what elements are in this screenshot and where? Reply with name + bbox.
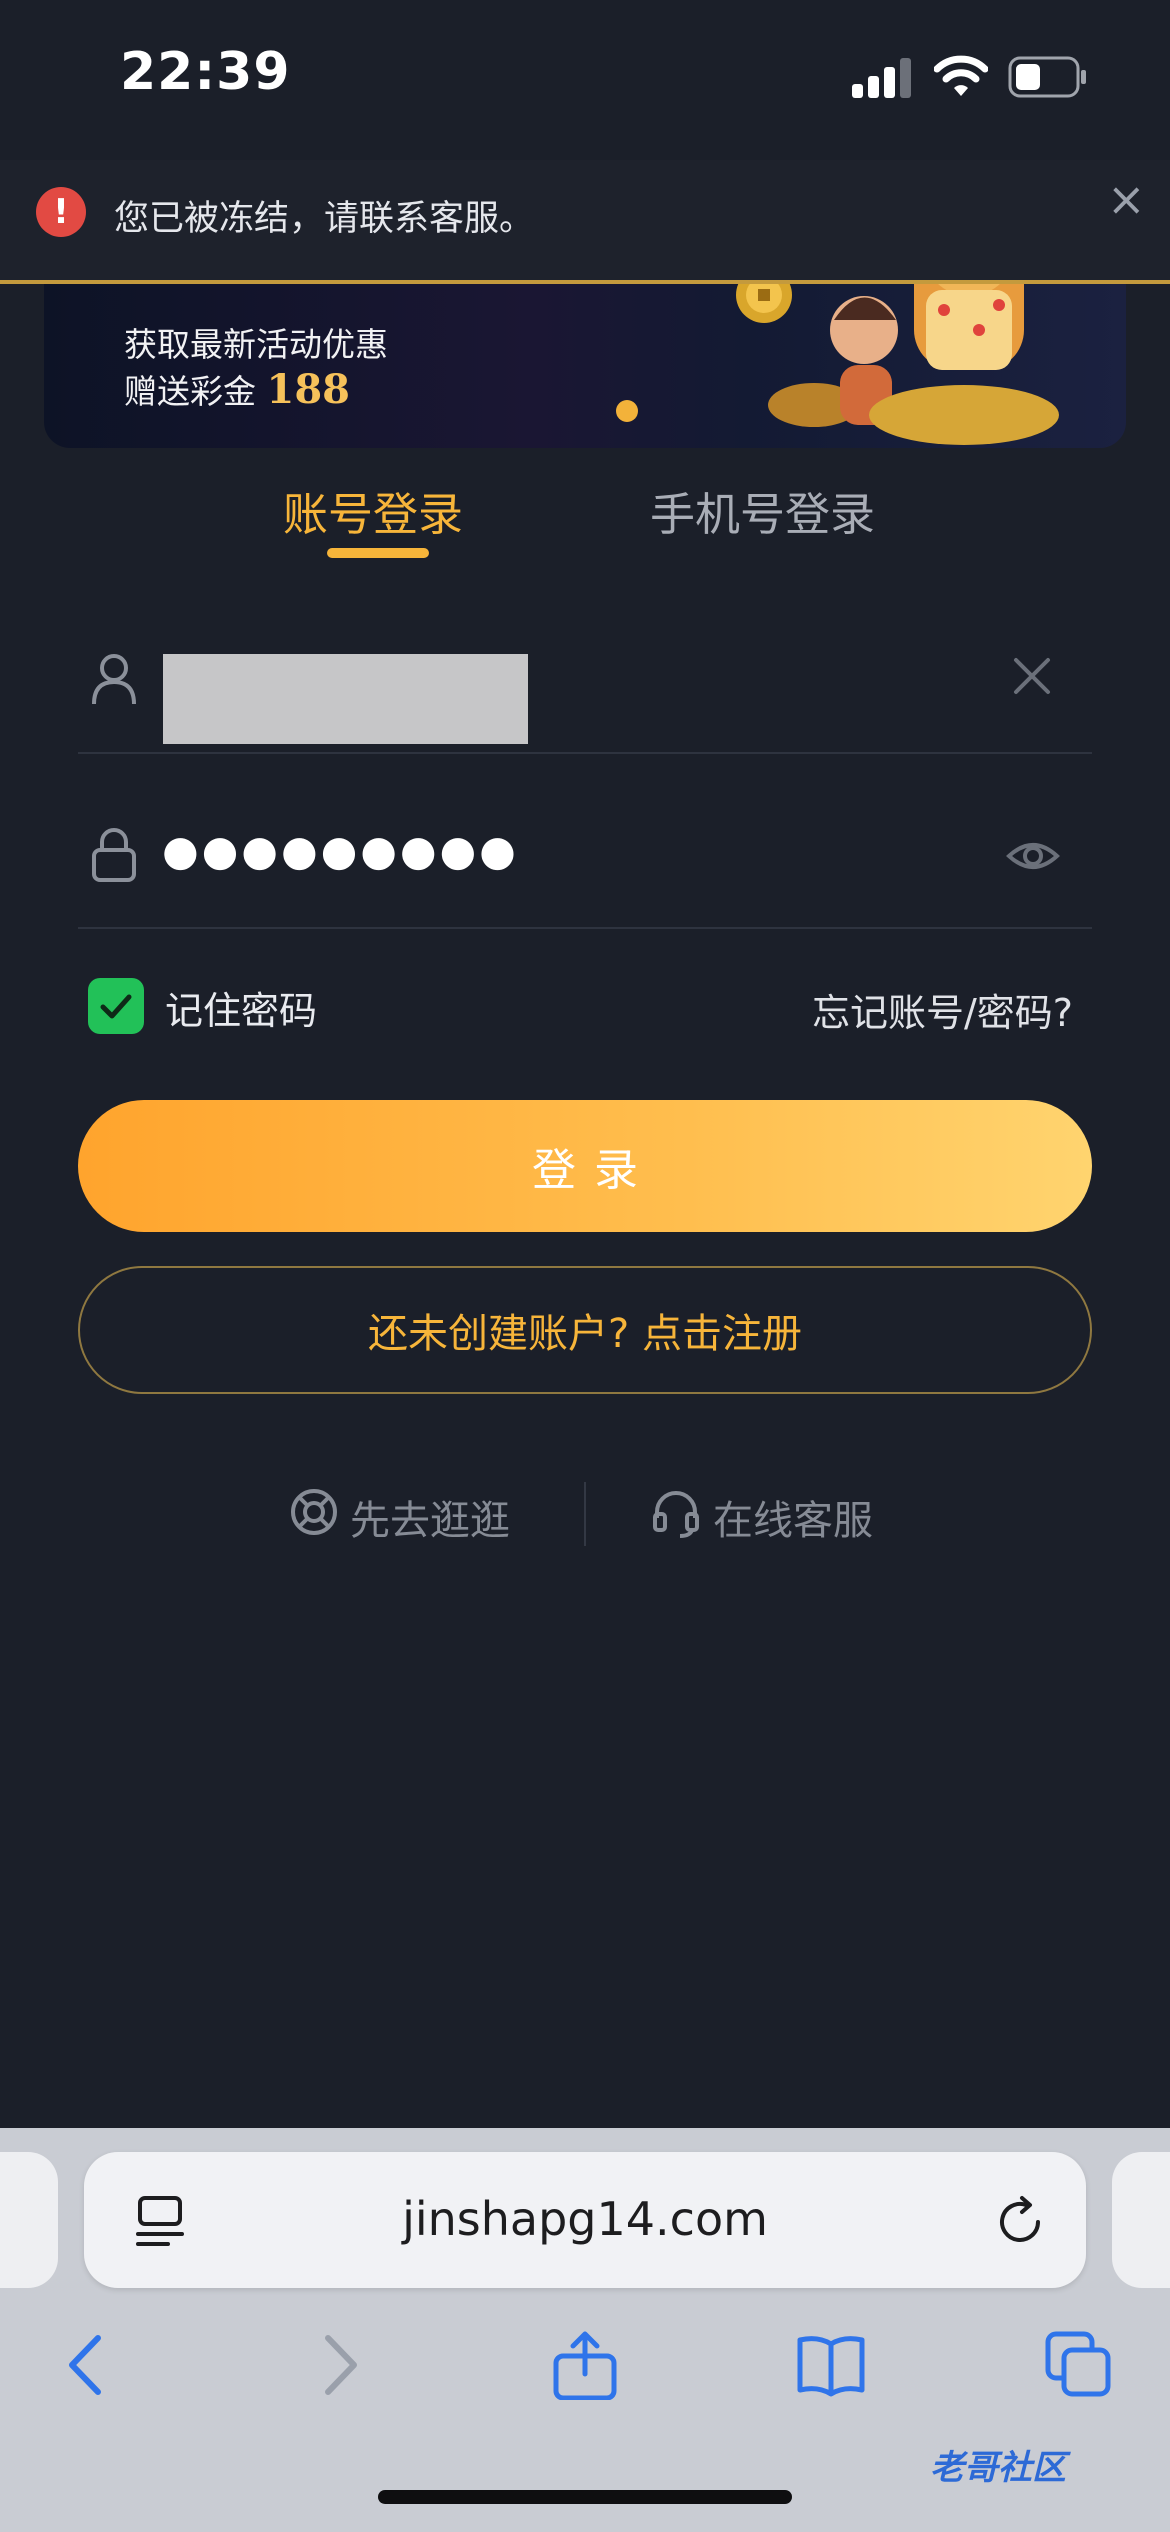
login-button[interactable]: 登录 bbox=[78, 1100, 1092, 1232]
banner-bonus-text: 赠送彩金 188 bbox=[124, 366, 351, 413]
register-button[interactable]: 还未创建账户? 点击注册 bbox=[78, 1266, 1092, 1394]
battery-icon bbox=[1008, 56, 1086, 98]
tab-phone-login[interactable]: 手机号登录 bbox=[650, 478, 875, 543]
clear-input-icon[interactable] bbox=[1012, 656, 1052, 696]
cellular-signal-icon bbox=[852, 58, 911, 98]
next-tab-preview[interactable] bbox=[1112, 2152, 1170, 2288]
url-text: jinshapg14.com bbox=[402, 2192, 768, 2246]
reload-icon[interactable] bbox=[994, 2194, 1048, 2248]
online-service-link[interactable]: 在线客服 bbox=[713, 1488, 873, 1546]
address-bar[interactable]: jinshapg14.com bbox=[84, 2152, 1086, 2288]
password-underline bbox=[78, 927, 1092, 929]
notice-message: 您已被冻结，请联系客服。 bbox=[114, 199, 535, 239]
username-input[interactable] bbox=[163, 654, 528, 744]
check-icon bbox=[100, 994, 132, 1019]
carousel-indicator-dot[interactable] bbox=[616, 400, 638, 422]
banner-bonus-amount: 188 bbox=[266, 366, 351, 413]
tab-account-login[interactable]: 账号登录 bbox=[283, 478, 463, 543]
forgot-password-link[interactable]: 忘记账号/密码? bbox=[812, 982, 1073, 1037]
frozen-account-notice: ! 您已被冻结，请联系客服。 × bbox=[0, 160, 1170, 284]
link-divider bbox=[584, 1482, 586, 1546]
forward-arrow-icon[interactable] bbox=[304, 2330, 374, 2400]
status-bar: 22:39 bbox=[0, 0, 1170, 160]
wifi-icon bbox=[934, 55, 988, 96]
previous-tab-preview[interactable] bbox=[0, 2152, 58, 2288]
share-icon[interactable] bbox=[550, 2330, 620, 2400]
home-indicator bbox=[378, 2490, 792, 2504]
headset-icon bbox=[653, 1491, 699, 1538]
register-button-label: 还未创建账户? 点击注册 bbox=[368, 1311, 802, 1357]
active-tab-indicator bbox=[327, 548, 429, 558]
remember-password-label[interactable]: 记住密码 bbox=[165, 980, 317, 1035]
user-icon bbox=[92, 654, 136, 705]
eye-icon[interactable] bbox=[1005, 828, 1061, 884]
browse-first-link[interactable]: 先去逛逛 bbox=[350, 1488, 510, 1546]
lock-icon bbox=[92, 828, 136, 882]
bookmarks-icon[interactable] bbox=[796, 2330, 866, 2400]
lifebuoy-icon bbox=[291, 1489, 337, 1535]
password-input[interactable]: ●●●●●●●●● bbox=[162, 826, 519, 875]
banner-headline: 获取最新活动优惠 bbox=[124, 325, 388, 364]
username-underline bbox=[78, 752, 1092, 754]
watermark-logo: 老哥社区 bbox=[930, 2448, 1066, 2488]
status-time: 22:39 bbox=[120, 42, 291, 102]
login-button-label: 登录 bbox=[532, 1145, 656, 1196]
remember-password-checkbox[interactable] bbox=[88, 978, 144, 1034]
error-icon: ! bbox=[36, 187, 86, 237]
close-icon[interactable]: × bbox=[1107, 172, 1146, 226]
tabs-icon[interactable] bbox=[1044, 2330, 1114, 2400]
back-arrow-icon[interactable] bbox=[52, 2330, 122, 2400]
